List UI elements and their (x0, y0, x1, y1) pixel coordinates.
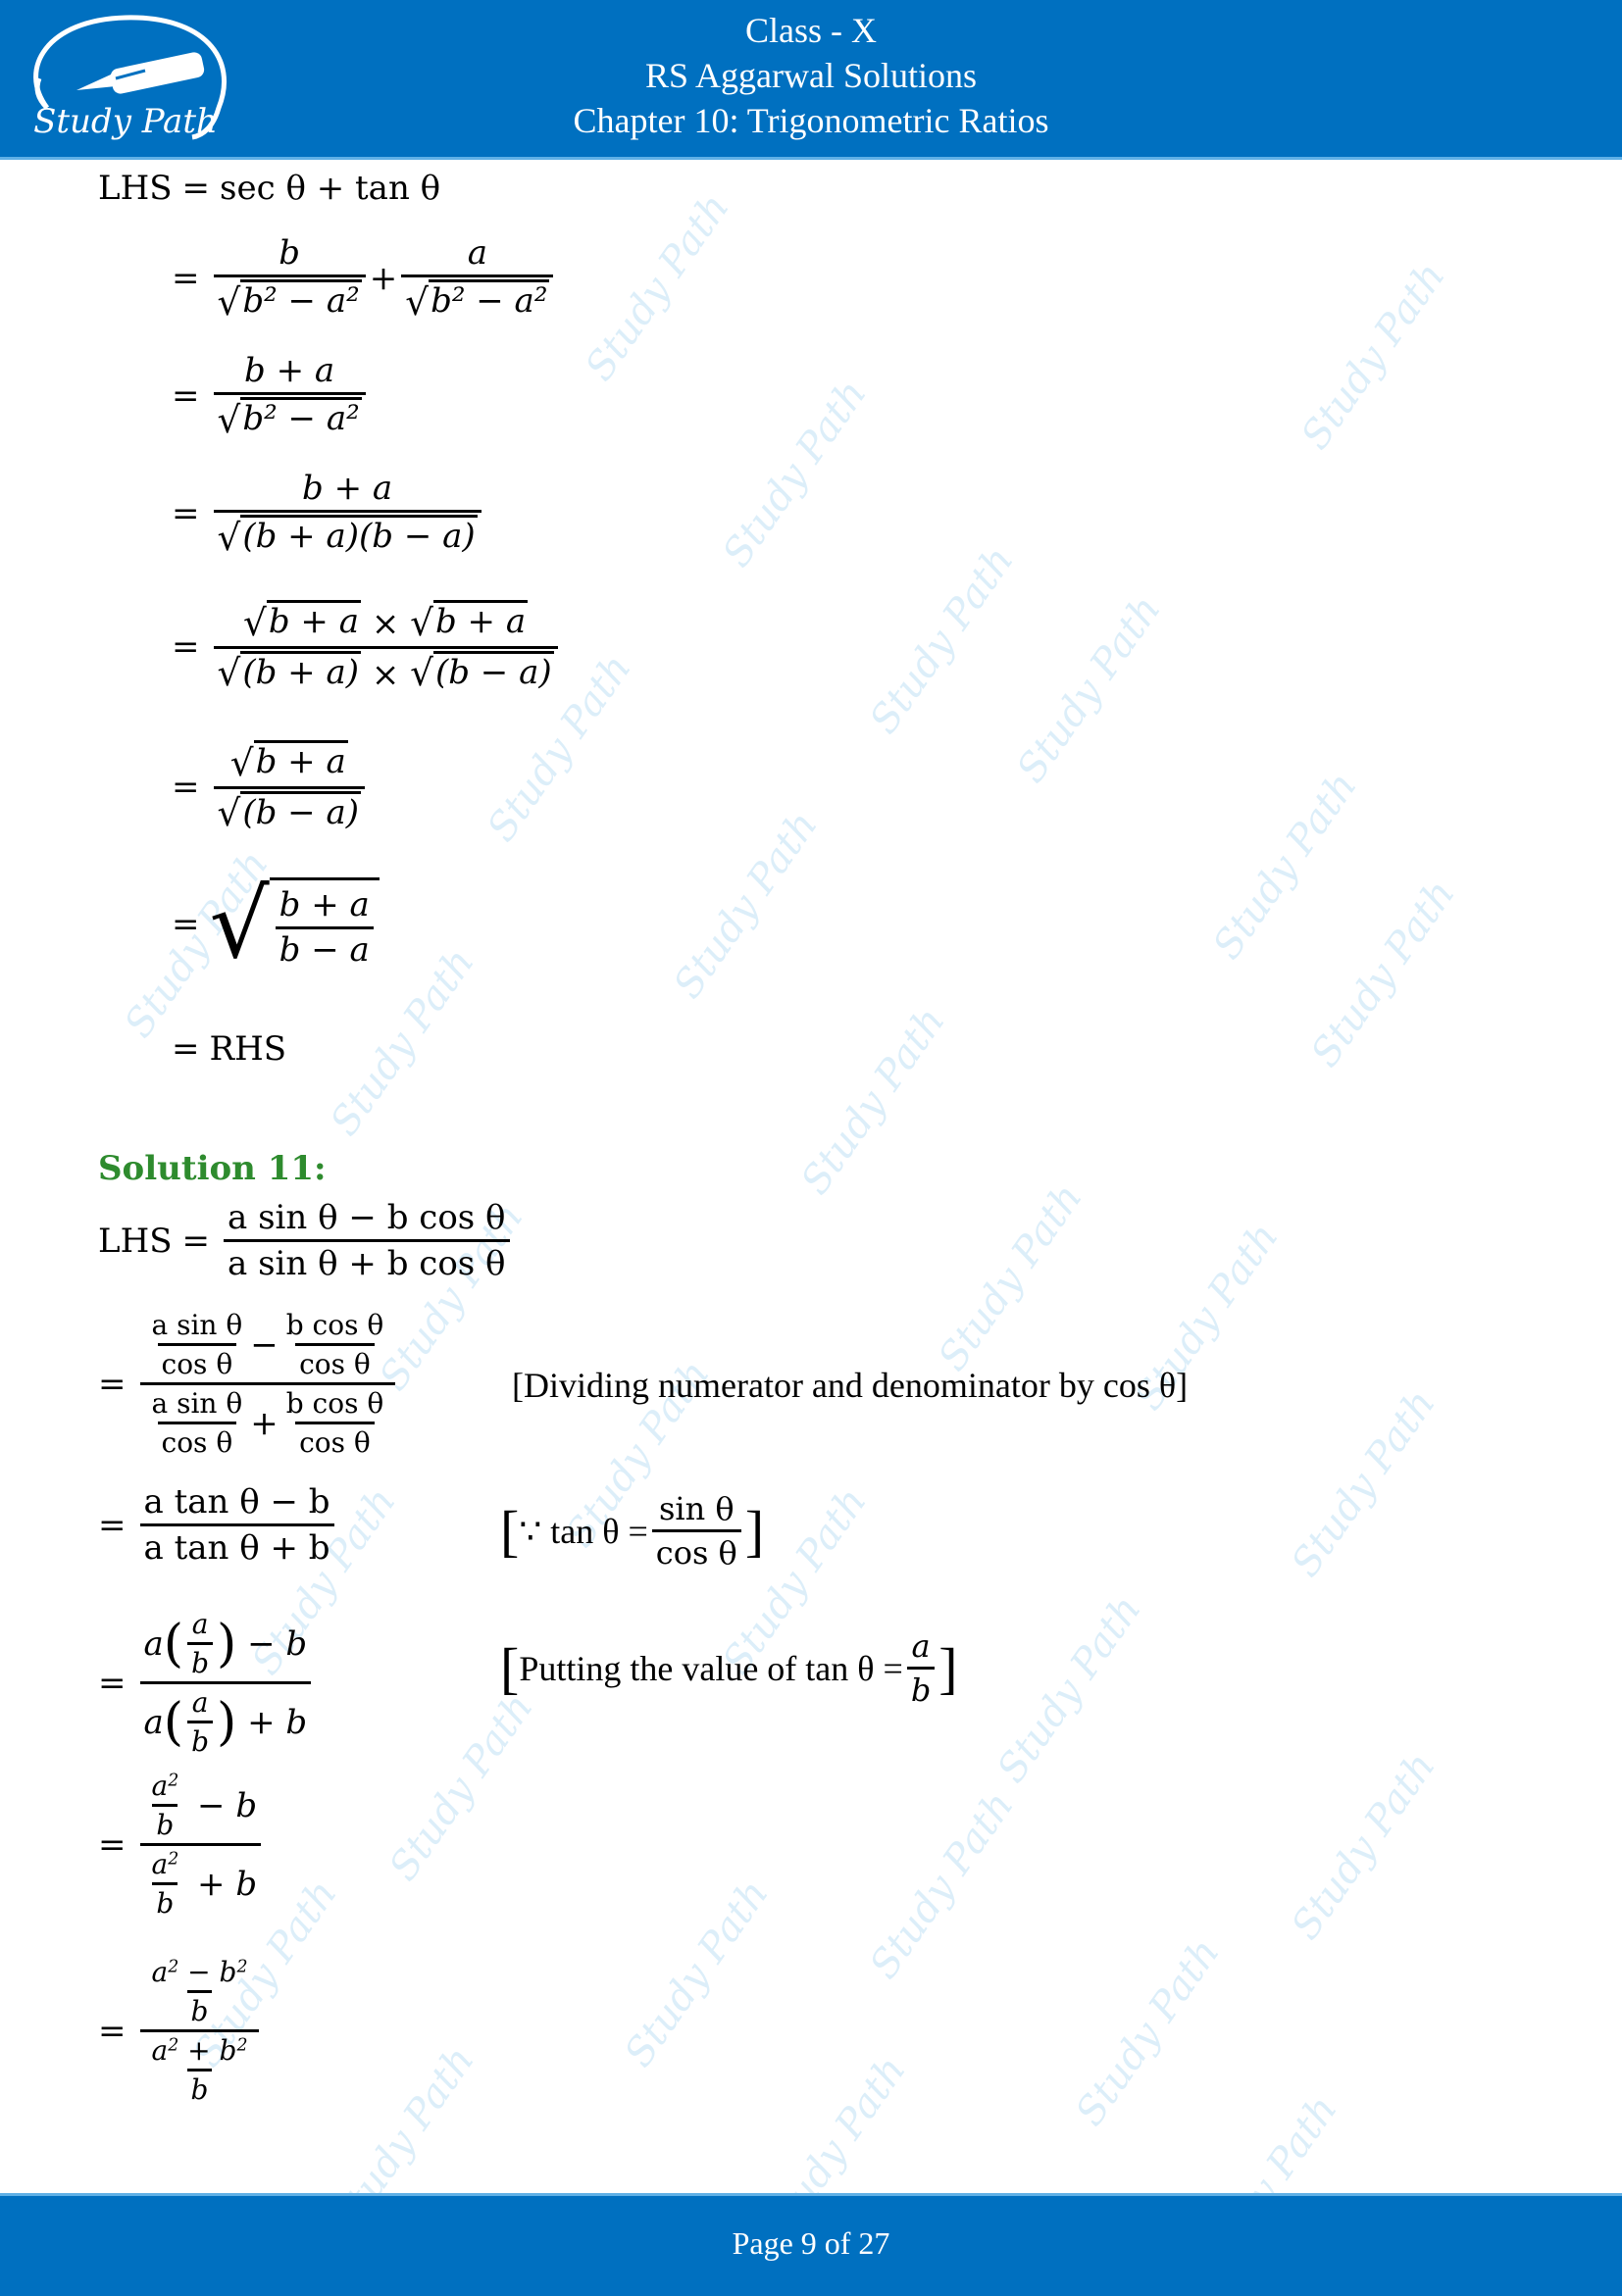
numerator: a tan θ − b (143, 1482, 330, 1522)
equals-sign: = (172, 493, 200, 533)
s11-step-2: = a tan θ − b a tan θ + b (98, 1482, 338, 1568)
fraction: √ b + a √ (b − a) (213, 740, 365, 834)
numerator: a sin θ (151, 1309, 243, 1341)
denominator: b² − a² (240, 279, 362, 321)
fraction: b + a b − a (275, 885, 374, 970)
equals-sign: = (172, 905, 200, 944)
note-tan-identity: [ ∵ tan θ = sin θ cos θ ] (500, 1490, 764, 1572)
numerator: b + a (279, 885, 370, 924)
numerator-part: b + a (266, 600, 361, 641)
equals-sign: = (181, 1221, 211, 1261)
note-text: Putting the value of tan θ = (519, 1648, 903, 1688)
s10-step-4: = √ b + a × √ b + a √ (b + a) × √ (b − a) (172, 600, 562, 694)
fraction: a b (906, 1627, 936, 1709)
denominator: cos θ (157, 1422, 237, 1459)
equals-sign: = (98, 1505, 127, 1545)
right-bracket: ] (744, 1498, 765, 1563)
equals-sign: = (98, 2011, 127, 2051)
equals-sign: = (172, 1029, 200, 1069)
left-bracket: [ (500, 1635, 520, 1700)
equals-sign: = (172, 258, 200, 298)
denominator: b − a (275, 926, 374, 970)
equals-sign: = (98, 1663, 127, 1703)
numerator: a (467, 233, 487, 273)
denominator: b (906, 1667, 936, 1709)
minus-sign: − (250, 1324, 279, 1365)
s10-step-lhs: LHS = sec θ + tan θ (98, 169, 440, 208)
denominator: cos θ (295, 1422, 375, 1459)
times-sign: × (371, 655, 400, 695)
denominator: b² − a² (429, 279, 550, 321)
note-dividing: [Dividing numerator and denominator by c… (512, 1365, 1188, 1406)
plus-sign: + (250, 1403, 279, 1443)
fraction: √ b + a × √ b + a √ (b + a) × √ (b − a) (213, 600, 558, 695)
denominator: (b + a)(b − a) (240, 515, 478, 556)
s11-step-3: = a(a b) − b a(a b) + b (98, 1608, 315, 1758)
numerator: b + a (244, 351, 335, 390)
numerator: b cos θ (285, 1309, 384, 1341)
denominator: cos θ (295, 1343, 375, 1380)
note-text: ∵ tan θ = (519, 1511, 648, 1551)
equals-sign: = (172, 768, 200, 808)
page-indicator: Page 9 of 27 (732, 2225, 890, 2261)
numerator: b (279, 233, 300, 273)
denominator: (b − a) (240, 790, 361, 832)
note-text: [Dividing numerator and denominator by c… (512, 1366, 1189, 1405)
s10-step-rhs: = RHS (172, 1029, 286, 1069)
s10-step-1: = b √ b² − a² + a √ b² − a² (172, 233, 557, 324)
right-bracket: ] (938, 1635, 958, 1700)
s10-step-5: = √ b + a √ (b − a) (172, 740, 369, 834)
page-footer: Page 9 of 27 (0, 2193, 1622, 2296)
equals-sign: = (98, 1824, 127, 1865)
denominator-part: (b + a) (240, 650, 361, 692)
fraction: a tan θ − b a tan θ + b (139, 1482, 334, 1568)
numerator: a sin θ − b cos θ (228, 1198, 506, 1237)
numerator: sin θ (658, 1490, 735, 1527)
denominator: b² − a² (240, 397, 362, 438)
left-bracket: [ (500, 1498, 520, 1563)
s11-step-5: = a2 − b2 b a2 + b2 b (98, 1956, 263, 2106)
fraction: sin θ cos θ (651, 1490, 741, 1572)
complex-fraction: a sin θ cos θ − b cos θ cos θ a sin θ cos θ… (139, 1309, 396, 1459)
fraction: b + a √ b² − a² (213, 351, 366, 441)
s10-step-3: = b + a √ (b + a)(b − a) (172, 469, 485, 559)
denominator: cos θ (157, 1343, 237, 1380)
fraction: a sin θ − b cos θ a sin θ + b cos θ (224, 1198, 510, 1283)
complex-fraction: a2 b − b a2 b + b (139, 1770, 262, 1920)
equals-sign: = (172, 627, 200, 668)
lhs-label: LHS (98, 169, 173, 208)
page-content: LHS = sec θ + tan θ = b √ b² − a² + a √ b²… (0, 0, 1622, 2293)
fraction: b + a √ (b + a)(b − a) (213, 469, 482, 559)
denominator: a sin θ + b cos θ (224, 1239, 510, 1283)
solution-heading: Solution 11: (98, 1149, 327, 1188)
equals-sign: = (172, 375, 200, 416)
s10-step-6: = √ b + a b − a (172, 877, 380, 972)
rhs-label: RHS (209, 1029, 287, 1069)
numerator: b + a (253, 740, 348, 781)
numerator: a sin θ (151, 1387, 243, 1420)
times-sign: × (371, 604, 400, 644)
s11-step-1: = a sin θ cos θ − b cos θ cos θ a sin θ cos… (98, 1309, 399, 1459)
plus-sign: + (369, 258, 398, 298)
s11-step-lhs: LHS = a sin θ − b cos θ a sin θ + b cos … (98, 1198, 514, 1283)
s10-step-2: = b + a √ b² − a² (172, 351, 370, 441)
denominator: cos θ (651, 1529, 741, 1572)
numerator: b cos θ (285, 1387, 384, 1420)
lhs-expression: sec θ + tan θ (220, 169, 441, 208)
fraction: a √ b² − a² (401, 233, 554, 324)
equals-sign: = (181, 169, 211, 208)
numerator: a (911, 1627, 931, 1665)
s11-step-4: = a2 b − b a2 b + b (98, 1770, 265, 1920)
equals-sign: = (98, 1364, 127, 1404)
complex-fraction: a2 − b2 b a2 + b2 b (139, 1956, 260, 2106)
denominator: a tan θ + b (139, 1523, 334, 1568)
denominator-part: (b − a) (432, 650, 554, 692)
fraction: a(a b) − b a(a b) + b (139, 1608, 312, 1758)
numerator: b + a (302, 469, 393, 508)
note-putting-value: [ Putting the value of tan θ = a b ] (500, 1627, 958, 1709)
fraction: b √ b² − a² (213, 233, 366, 324)
lhs-label: LHS (98, 1221, 173, 1261)
numerator-part: b + a (432, 600, 529, 641)
